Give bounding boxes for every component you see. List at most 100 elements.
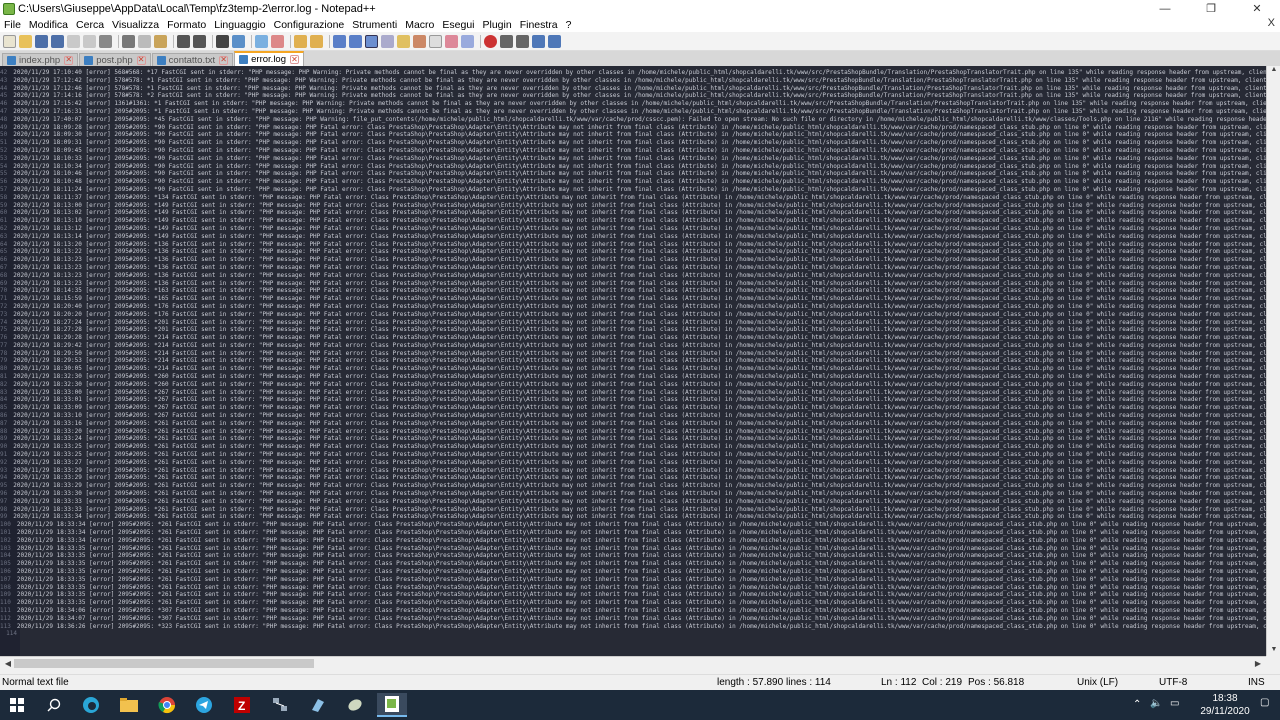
line-text: 2020/11/29 18:09:45 [error] 2095#2095: *…	[13, 146, 1266, 154]
encoding[interactable]: UTF-8	[1159, 677, 1187, 688]
chrome-icon[interactable]	[154, 693, 180, 717]
start-icon[interactable]	[4, 693, 30, 717]
edge-icon[interactable]	[78, 693, 104, 717]
window-title: C:\Users\Giuseppe\AppData\Local\Temp\fz3…	[18, 2, 376, 15]
tab-close-icon[interactable]: ✕	[136, 55, 146, 65]
minimize-button[interactable]: —	[1142, 0, 1188, 17]
notepadpp-icon[interactable]	[377, 693, 407, 717]
print-icon[interactable]	[99, 34, 112, 48]
tab-contatto-txt[interactable]: contatto.txt ✕	[151, 53, 234, 66]
open-file-icon[interactable]	[19, 34, 32, 48]
search-icon[interactable]	[41, 693, 67, 717]
menu-modifica[interactable]: Modifica	[25, 19, 72, 31]
paste-icon[interactable]	[154, 34, 167, 48]
menu-plugin[interactable]: Plugin	[479, 19, 516, 31]
menu-linguaggio[interactable]: Linguaggio	[210, 19, 269, 31]
line-number: 45	[0, 92, 8, 100]
line-number: 107	[0, 575, 11, 583]
scroll-up-icon[interactable]: ▲	[1267, 66, 1280, 76]
zoom-out-icon[interactable]	[271, 34, 284, 48]
editor-line: 47 2020/11/29 17:16:31 [error] 2095#2095:…	[0, 108, 1266, 116]
new-file-icon[interactable]	[3, 34, 16, 48]
save-all-icon[interactable]	[51, 34, 64, 48]
menu-esegui[interactable]: Esegui	[438, 19, 478, 31]
close-button[interactable]: ✕	[1234, 0, 1280, 17]
editor-line: 102 2020/11/29 18:33:34 [error] 2095#2095…	[0, 537, 1266, 545]
scroll-left-icon[interactable]: ◀	[2, 657, 14, 670]
find-icon[interactable]	[216, 34, 229, 48]
menu-cerca[interactable]: Cerca	[72, 19, 108, 31]
vertical-scrollbar[interactable]: ▲ ▼	[1266, 66, 1280, 656]
sync-v-icon[interactable]	[294, 34, 307, 48]
scroll-right-icon[interactable]: ▶	[1252, 657, 1264, 670]
editor-line: 68 2020/11/29 18:13:23 [error] 2095#2095:…	[0, 272, 1266, 280]
restore-button[interactable]: ❐	[1188, 0, 1234, 17]
line-text: 2020/11/29 18:33:20 [error] 2095#2095: *…	[13, 427, 1266, 435]
close-all-icon[interactable]	[83, 34, 96, 48]
volume-icon[interactable]: 🔈	[1150, 698, 1162, 709]
view-icon[interactable]	[461, 34, 474, 48]
undo-icon[interactable]	[177, 34, 190, 48]
indent-guide-icon[interactable]	[365, 34, 378, 48]
line-number: 76	[0, 334, 8, 342]
copy-icon[interactable]	[138, 34, 151, 48]
tab-index-php[interactable]: index.php ✕	[2, 53, 79, 66]
menu-strumenti[interactable]: Strumenti	[348, 19, 401, 31]
telegram-icon[interactable]	[191, 693, 217, 717]
line-number: 97	[0, 497, 8, 505]
tab-close-icon[interactable]: ✕	[219, 55, 229, 65]
macro-run-multiple-icon[interactable]	[532, 34, 545, 48]
clock-date[interactable]: 29/11/2020	[1197, 706, 1253, 717]
close-icon[interactable]	[67, 34, 80, 48]
show-all-chars-icon[interactable]	[349, 34, 362, 48]
menu-visualizza[interactable]: Visualizza	[108, 19, 163, 31]
zoom-in-icon[interactable]	[255, 34, 268, 48]
line-number: 50	[0, 131, 8, 139]
editor-line: 53 2020/11/29 18:10:33 [error] 2095#2095:…	[0, 155, 1266, 163]
menu-formato[interactable]: Formato	[163, 19, 210, 31]
file-explorer-icon[interactable]	[116, 693, 142, 717]
line-number: 100	[0, 521, 11, 529]
scroll-thumb[interactable]	[14, 659, 314, 668]
save-icon[interactable]	[35, 34, 48, 48]
macro-save-icon[interactable]	[548, 34, 561, 48]
monitoring-icon[interactable]	[429, 34, 442, 48]
menu-help[interactable]: ?	[562, 19, 576, 31]
tab-error-log[interactable]: error.log ✕	[234, 51, 304, 66]
replace-icon[interactable]	[232, 34, 245, 48]
filezilla-icon[interactable]: Z	[229, 693, 255, 717]
app-icon[interactable]	[342, 693, 368, 717]
text-editor[interactable]: 42 2020/11/29 17:10:40 [error] 568#568: *…	[0, 66, 1266, 656]
redo-icon[interactable]	[193, 34, 206, 48]
menu-macro[interactable]: Macro	[401, 19, 438, 31]
editor-line: 44 2020/11/29 17:12:46 [error] 578#578: *…	[0, 85, 1266, 93]
eol-format[interactable]: Unix (LF)	[1077, 677, 1118, 688]
sync-h-icon[interactable]	[310, 34, 323, 48]
cut-icon[interactable]	[122, 34, 135, 48]
tab-close-icon[interactable]: ✕	[64, 55, 74, 65]
menu-file[interactable]: File	[0, 19, 25, 31]
clock-time[interactable]: 18:38	[1200, 693, 1250, 704]
macro-stop-icon[interactable]	[500, 34, 513, 48]
network-icon[interactable]: ▭	[1170, 698, 1179, 709]
chevron-up-icon[interactable]: ⌃	[1133, 699, 1141, 710]
close-document-button[interactable]: X	[1268, 17, 1275, 29]
folder-as-workspace-icon[interactable]	[413, 34, 426, 48]
tab-post-php[interactable]: post.php ✕	[79, 53, 151, 66]
horizontal-scrollbar[interactable]: ◀ ▶	[0, 656, 1266, 670]
clipboard-history-icon[interactable]	[445, 34, 458, 48]
menu-configurazione[interactable]: Configurazione	[270, 19, 349, 31]
macro-play-icon[interactable]	[516, 34, 529, 48]
editor-line: 56 2020/11/29 18:10:48 [error] 2095#2095:…	[0, 178, 1266, 186]
menu-finestra[interactable]: Finestra	[516, 19, 562, 31]
insert-mode[interactable]: INS	[1248, 677, 1265, 688]
scroll-down-icon[interactable]: ▼	[1267, 646, 1280, 656]
notifications-icon[interactable]: ▢	[1260, 697, 1269, 708]
network-app-icon[interactable]	[267, 693, 293, 717]
function-list-icon[interactable]	[397, 34, 410, 48]
word-wrap-icon[interactable]	[333, 34, 346, 48]
document-map-icon[interactable]	[381, 34, 394, 48]
tab-close-icon[interactable]: ✕	[290, 55, 299, 64]
macro-record-icon[interactable]	[484, 34, 497, 48]
app-icon[interactable]	[305, 693, 331, 717]
